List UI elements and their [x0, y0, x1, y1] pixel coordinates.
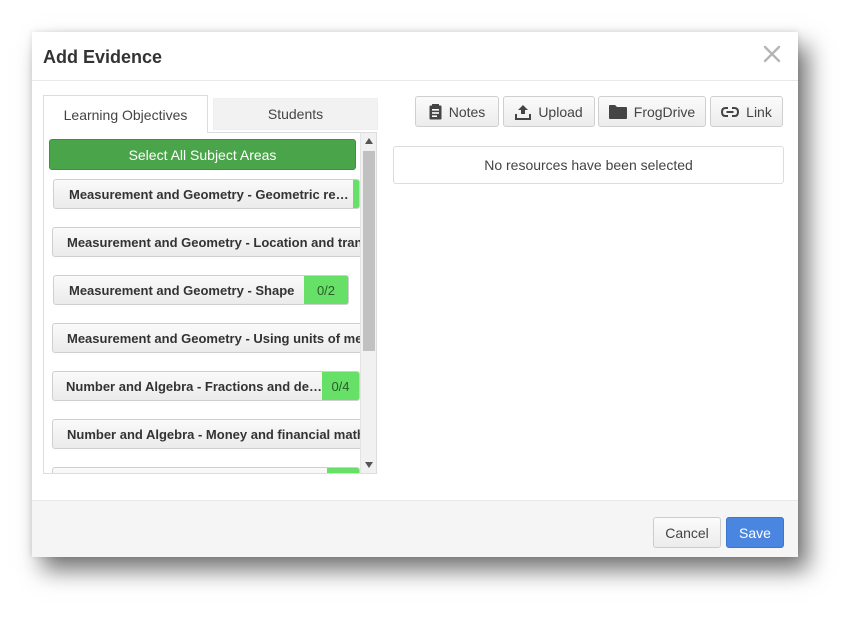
- close-icon: [763, 45, 781, 63]
- progress-badge: 0/2: [304, 276, 348, 304]
- objectives-list: Select All Subject Areas Measurement and…: [44, 133, 360, 473]
- link-label: Link: [746, 103, 772, 120]
- close-button[interactable]: [760, 42, 784, 66]
- subject-item-label: Number and Algebra - Money and financial…: [67, 426, 360, 442]
- folder-icon: [608, 104, 627, 119]
- scroll-up-button[interactable]: [361, 133, 376, 149]
- progress-badge: 0/4: [322, 372, 359, 400]
- frogdrive-label: FrogDrive: [633, 103, 696, 120]
- learning-objectives-panel: Select All Subject Areas Measurement and…: [43, 132, 377, 474]
- subject-item-fractions-decimals[interactable]: Number and Algebra - Fractions and decim…: [52, 371, 360, 401]
- subject-item-label: Measurement and Geometry - Geometric rea…: [69, 186, 353, 202]
- subject-item-using-units[interactable]: Measurement and Geometry - Using units o…: [52, 323, 360, 353]
- upload-icon: [515, 104, 532, 120]
- subject-item-label: Measurement and Geometry - Location and …: [67, 234, 360, 250]
- notes-icon: [429, 103, 442, 119]
- subject-item-partial[interactable]: [52, 467, 360, 473]
- objectives-scrollbar[interactable]: [360, 133, 376, 473]
- link-icon: [721, 106, 740, 117]
- subject-item-location-transformation[interactable]: Measurement and Geometry - Location and …: [52, 227, 360, 257]
- select-all-subject-areas-button[interactable]: Select All Subject Areas: [49, 139, 356, 170]
- arrow-up-icon: [365, 138, 373, 144]
- save-button[interactable]: Save: [726, 517, 784, 548]
- tab-students[interactable]: Students: [213, 98, 378, 130]
- progress-badge: [327, 468, 359, 473]
- subject-item-money-financial[interactable]: Number and Algebra - Money and financial…: [52, 419, 360, 449]
- frogdrive-button[interactable]: FrogDrive: [598, 96, 706, 127]
- subject-item-label: Measurement and Geometry - Shape: [69, 282, 295, 298]
- notes-button[interactable]: Notes: [415, 96, 499, 127]
- selected-resources-area: No resources have been selected: [393, 146, 784, 184]
- add-evidence-dialog: Add Evidence Learning Objectives Student…: [32, 32, 798, 557]
- subject-item-label: Number and Algebra - Fractions and decim…: [66, 378, 322, 394]
- subject-item-shape[interactable]: Measurement and Geometry - Shape 0/2: [53, 275, 349, 305]
- subject-item-label: Measurement and Geometry - Using units o…: [67, 330, 360, 346]
- subject-item-geometric-reasoning[interactable]: Measurement and Geometry - Geometric rea…: [53, 179, 360, 209]
- dialog-footer: Cancel Save: [32, 500, 798, 557]
- tab-learning-objectives[interactable]: Learning Objectives: [43, 95, 208, 133]
- progress-badge: [353, 180, 359, 208]
- dialog-header: Add Evidence: [32, 32, 798, 81]
- arrow-down-icon: [365, 462, 373, 468]
- dialog-title: Add Evidence: [43, 47, 163, 67]
- upload-label: Upload: [538, 103, 583, 120]
- scroll-down-button[interactable]: [361, 457, 376, 473]
- cancel-button[interactable]: Cancel: [653, 517, 721, 548]
- scroll-thumb[interactable]: [363, 151, 375, 351]
- no-resources-message: No resources have been selected: [484, 157, 693, 173]
- notes-label: Notes: [448, 103, 486, 120]
- upload-button[interactable]: Upload: [503, 96, 595, 127]
- link-button[interactable]: Link: [710, 96, 783, 127]
